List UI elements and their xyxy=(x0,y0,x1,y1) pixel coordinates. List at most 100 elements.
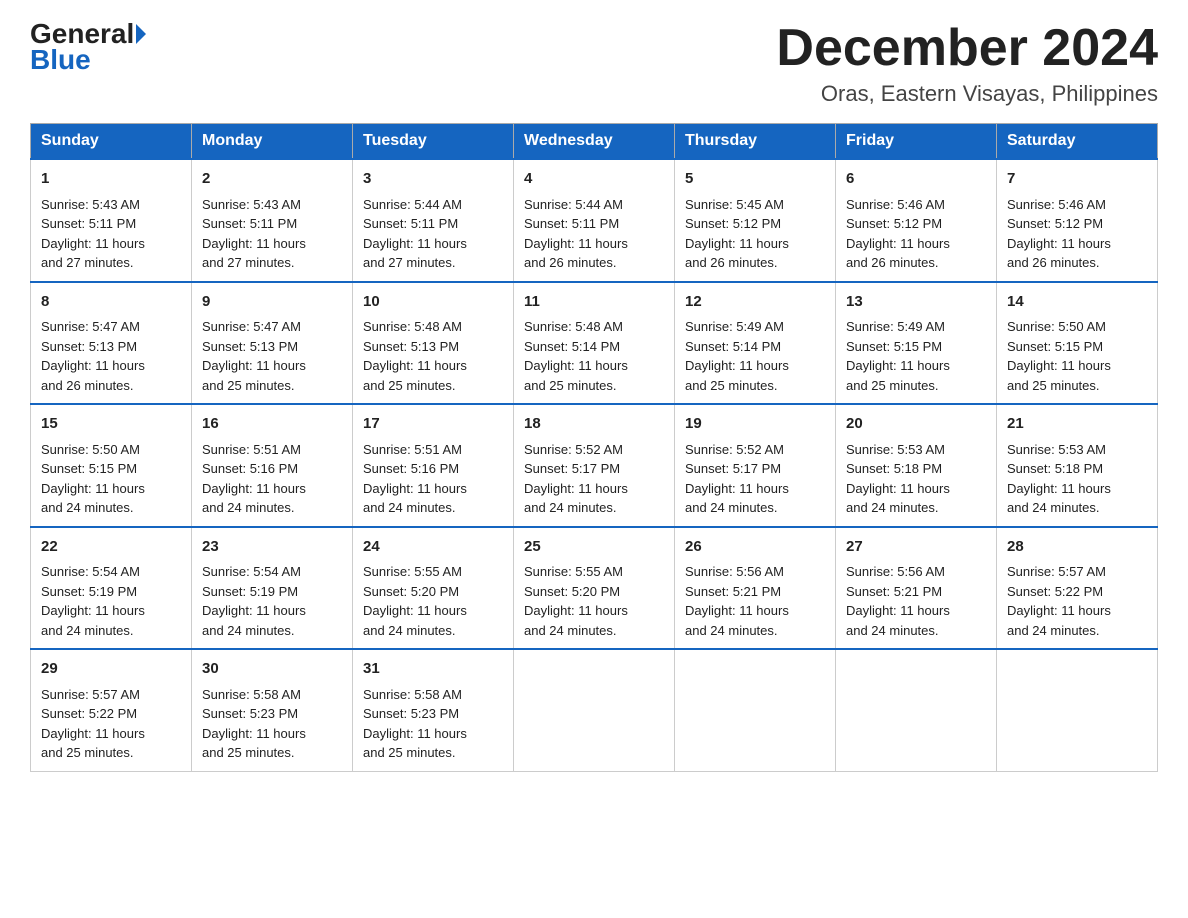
weekday-header-friday: Friday xyxy=(836,124,997,160)
calendar-cell: 19 Sunrise: 5:52 AMSunset: 5:17 PMDaylig… xyxy=(675,404,836,527)
calendar-cell: 30 Sunrise: 5:58 AMSunset: 5:23 PMDaylig… xyxy=(192,649,353,771)
calendar-cell: 26 Sunrise: 5:56 AMSunset: 5:21 PMDaylig… xyxy=(675,527,836,650)
calendar-cell: 11 Sunrise: 5:48 AMSunset: 5:14 PMDaylig… xyxy=(514,282,675,405)
calendar-cell: 29 Sunrise: 5:57 AMSunset: 5:22 PMDaylig… xyxy=(31,649,192,771)
calendar-cell: 22 Sunrise: 5:54 AMSunset: 5:19 PMDaylig… xyxy=(31,527,192,650)
day-info: Sunrise: 5:52 AMSunset: 5:17 PMDaylight:… xyxy=(524,442,628,516)
calendar-cell: 14 Sunrise: 5:50 AMSunset: 5:15 PMDaylig… xyxy=(997,282,1158,405)
weekday-header-saturday: Saturday xyxy=(997,124,1158,160)
calendar-cell: 3 Sunrise: 5:44 AMSunset: 5:11 PMDayligh… xyxy=(353,159,514,282)
day-info: Sunrise: 5:47 AMSunset: 5:13 PMDaylight:… xyxy=(41,319,145,393)
day-number: 16 xyxy=(202,413,342,436)
calendar-cell xyxy=(675,649,836,771)
day-number: 31 xyxy=(363,658,503,681)
day-number: 13 xyxy=(846,291,986,314)
calendar-header-row: SundayMondayTuesdayWednesdayThursdayFrid… xyxy=(31,124,1158,160)
day-number: 9 xyxy=(202,291,342,314)
day-number: 24 xyxy=(363,536,503,559)
day-info: Sunrise: 5:50 AMSunset: 5:15 PMDaylight:… xyxy=(1007,319,1111,393)
calendar-table: SundayMondayTuesdayWednesdayThursdayFrid… xyxy=(30,123,1158,772)
day-number: 21 xyxy=(1007,413,1147,436)
day-info: Sunrise: 5:57 AMSunset: 5:22 PMDaylight:… xyxy=(41,687,145,761)
day-number: 8 xyxy=(41,291,181,314)
calendar-cell: 27 Sunrise: 5:56 AMSunset: 5:21 PMDaylig… xyxy=(836,527,997,650)
calendar-week-row: 8 Sunrise: 5:47 AMSunset: 5:13 PMDayligh… xyxy=(31,282,1158,405)
day-info: Sunrise: 5:43 AMSunset: 5:11 PMDaylight:… xyxy=(41,197,145,271)
calendar-cell: 21 Sunrise: 5:53 AMSunset: 5:18 PMDaylig… xyxy=(997,404,1158,527)
calendar-cell: 18 Sunrise: 5:52 AMSunset: 5:17 PMDaylig… xyxy=(514,404,675,527)
logo-arrow-icon xyxy=(136,24,146,44)
day-info: Sunrise: 5:53 AMSunset: 5:18 PMDaylight:… xyxy=(846,442,950,516)
calendar-cell: 20 Sunrise: 5:53 AMSunset: 5:18 PMDaylig… xyxy=(836,404,997,527)
day-number: 7 xyxy=(1007,168,1147,191)
day-number: 18 xyxy=(524,413,664,436)
day-number: 3 xyxy=(363,168,503,191)
day-number: 27 xyxy=(846,536,986,559)
day-number: 11 xyxy=(524,291,664,314)
day-number: 28 xyxy=(1007,536,1147,559)
day-number: 29 xyxy=(41,658,181,681)
calendar-cell: 5 Sunrise: 5:45 AMSunset: 5:12 PMDayligh… xyxy=(675,159,836,282)
day-number: 22 xyxy=(41,536,181,559)
calendar-cell: 16 Sunrise: 5:51 AMSunset: 5:16 PMDaylig… xyxy=(192,404,353,527)
weekday-header-sunday: Sunday xyxy=(31,124,192,160)
day-info: Sunrise: 5:44 AMSunset: 5:11 PMDaylight:… xyxy=(524,197,628,271)
day-number: 15 xyxy=(41,413,181,436)
day-number: 17 xyxy=(363,413,503,436)
calendar-cell: 17 Sunrise: 5:51 AMSunset: 5:16 PMDaylig… xyxy=(353,404,514,527)
day-number: 12 xyxy=(685,291,825,314)
calendar-week-row: 1 Sunrise: 5:43 AMSunset: 5:11 PMDayligh… xyxy=(31,159,1158,282)
calendar-cell: 24 Sunrise: 5:55 AMSunset: 5:20 PMDaylig… xyxy=(353,527,514,650)
calendar-cell: 31 Sunrise: 5:58 AMSunset: 5:23 PMDaylig… xyxy=(353,649,514,771)
calendar-cell: 23 Sunrise: 5:54 AMSunset: 5:19 PMDaylig… xyxy=(192,527,353,650)
day-info: Sunrise: 5:46 AMSunset: 5:12 PMDaylight:… xyxy=(846,197,950,271)
day-number: 2 xyxy=(202,168,342,191)
logo-blue-text: Blue xyxy=(30,44,91,76)
calendar-cell: 1 Sunrise: 5:43 AMSunset: 5:11 PMDayligh… xyxy=(31,159,192,282)
day-info: Sunrise: 5:49 AMSunset: 5:14 PMDaylight:… xyxy=(685,319,789,393)
page-header: General Blue December 2024 Oras, Eastern… xyxy=(30,20,1158,107)
calendar-cell: 9 Sunrise: 5:47 AMSunset: 5:13 PMDayligh… xyxy=(192,282,353,405)
calendar-week-row: 15 Sunrise: 5:50 AMSunset: 5:15 PMDaylig… xyxy=(31,404,1158,527)
calendar-cell xyxy=(997,649,1158,771)
weekday-header-wednesday: Wednesday xyxy=(514,124,675,160)
day-number: 14 xyxy=(1007,291,1147,314)
calendar-cell: 8 Sunrise: 5:47 AMSunset: 5:13 PMDayligh… xyxy=(31,282,192,405)
day-number: 6 xyxy=(846,168,986,191)
day-info: Sunrise: 5:50 AMSunset: 5:15 PMDaylight:… xyxy=(41,442,145,516)
day-number: 1 xyxy=(41,168,181,191)
logo: General Blue xyxy=(30,20,146,76)
day-info: Sunrise: 5:57 AMSunset: 5:22 PMDaylight:… xyxy=(1007,564,1111,638)
day-info: Sunrise: 5:43 AMSunset: 5:11 PMDaylight:… xyxy=(202,197,306,271)
calendar-cell xyxy=(836,649,997,771)
title-block: December 2024 Oras, Eastern Visayas, Phi… xyxy=(776,20,1158,107)
day-number: 23 xyxy=(202,536,342,559)
calendar-week-row: 29 Sunrise: 5:57 AMSunset: 5:22 PMDaylig… xyxy=(31,649,1158,771)
day-number: 25 xyxy=(524,536,664,559)
weekday-header-thursday: Thursday xyxy=(675,124,836,160)
day-info: Sunrise: 5:48 AMSunset: 5:13 PMDaylight:… xyxy=(363,319,467,393)
calendar-cell: 15 Sunrise: 5:50 AMSunset: 5:15 PMDaylig… xyxy=(31,404,192,527)
weekday-header-monday: Monday xyxy=(192,124,353,160)
calendar-cell: 13 Sunrise: 5:49 AMSunset: 5:15 PMDaylig… xyxy=(836,282,997,405)
day-info: Sunrise: 5:49 AMSunset: 5:15 PMDaylight:… xyxy=(846,319,950,393)
calendar-cell: 28 Sunrise: 5:57 AMSunset: 5:22 PMDaylig… xyxy=(997,527,1158,650)
day-info: Sunrise: 5:52 AMSunset: 5:17 PMDaylight:… xyxy=(685,442,789,516)
day-info: Sunrise: 5:54 AMSunset: 5:19 PMDaylight:… xyxy=(202,564,306,638)
calendar-cell: 6 Sunrise: 5:46 AMSunset: 5:12 PMDayligh… xyxy=(836,159,997,282)
weekday-header-tuesday: Tuesday xyxy=(353,124,514,160)
calendar-cell xyxy=(514,649,675,771)
day-info: Sunrise: 5:47 AMSunset: 5:13 PMDaylight:… xyxy=(202,319,306,393)
day-info: Sunrise: 5:58 AMSunset: 5:23 PMDaylight:… xyxy=(363,687,467,761)
day-info: Sunrise: 5:45 AMSunset: 5:12 PMDaylight:… xyxy=(685,197,789,271)
day-number: 19 xyxy=(685,413,825,436)
day-info: Sunrise: 5:56 AMSunset: 5:21 PMDaylight:… xyxy=(846,564,950,638)
calendar-cell: 2 Sunrise: 5:43 AMSunset: 5:11 PMDayligh… xyxy=(192,159,353,282)
day-number: 26 xyxy=(685,536,825,559)
day-number: 10 xyxy=(363,291,503,314)
calendar-cell: 7 Sunrise: 5:46 AMSunset: 5:12 PMDayligh… xyxy=(997,159,1158,282)
day-number: 30 xyxy=(202,658,342,681)
day-info: Sunrise: 5:55 AMSunset: 5:20 PMDaylight:… xyxy=(363,564,467,638)
calendar-cell: 25 Sunrise: 5:55 AMSunset: 5:20 PMDaylig… xyxy=(514,527,675,650)
day-number: 5 xyxy=(685,168,825,191)
